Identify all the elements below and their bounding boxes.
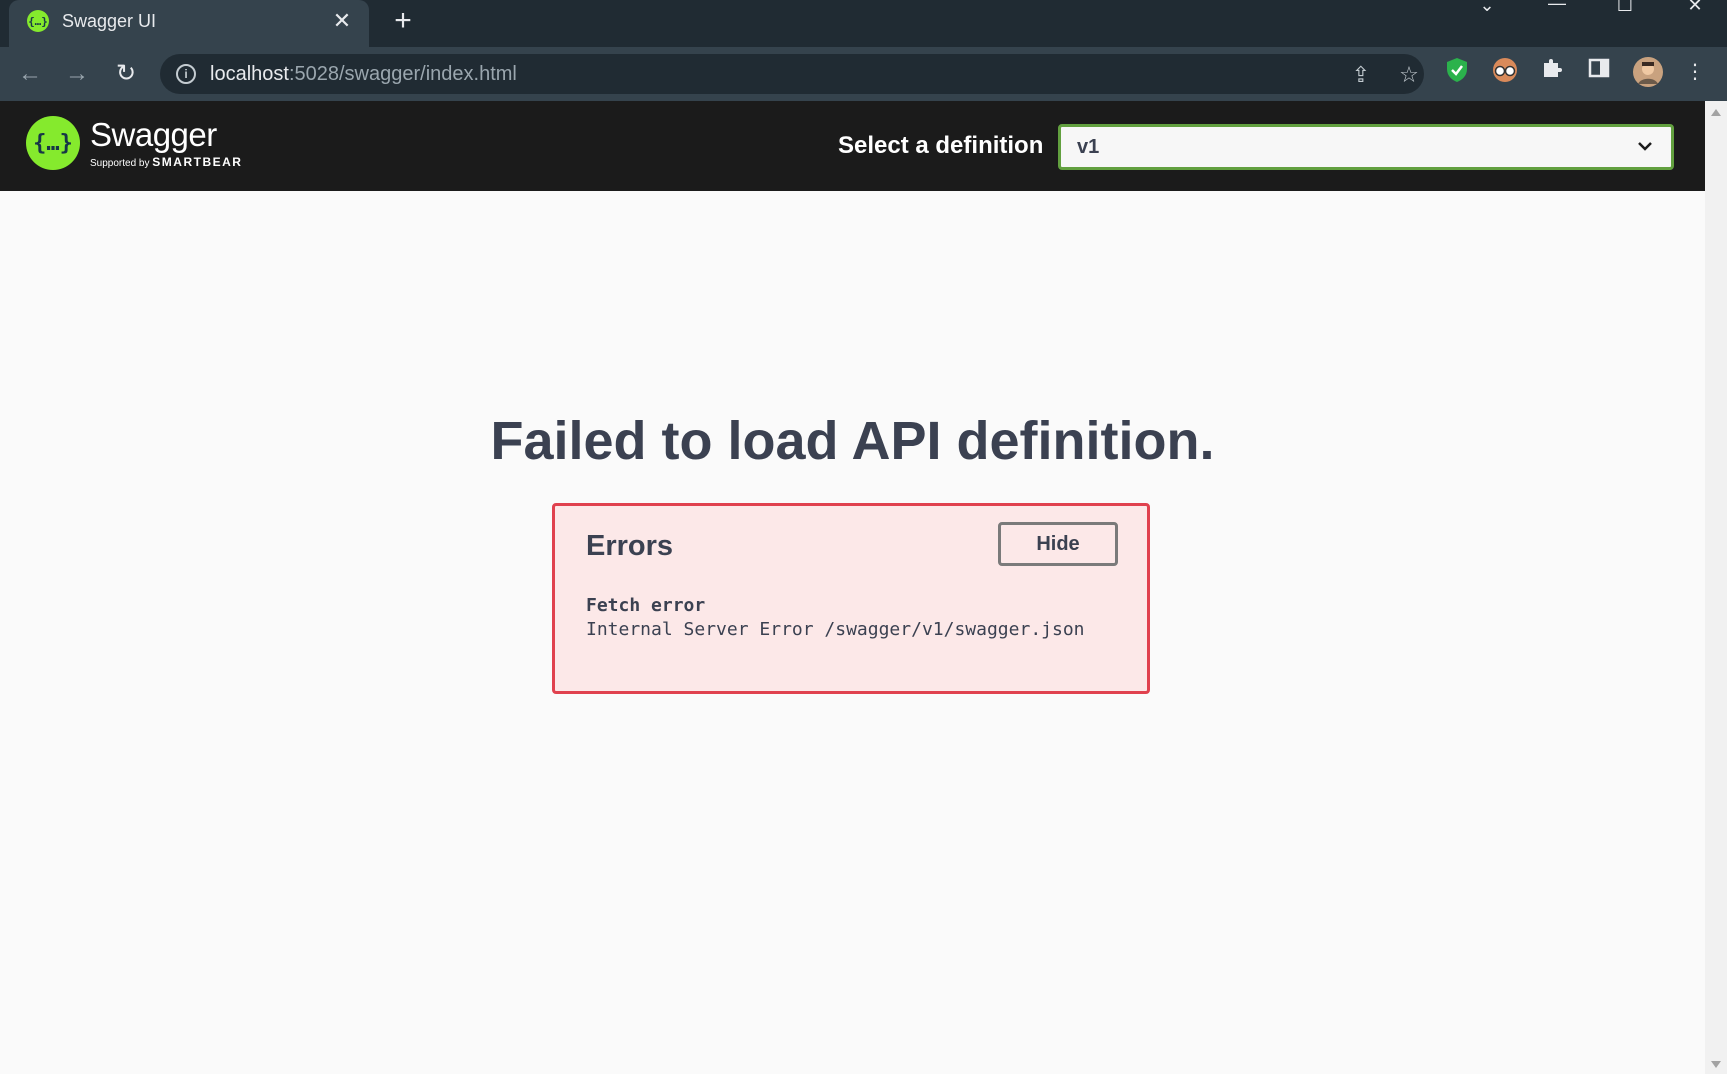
chevron-down-icon bbox=[1638, 142, 1652, 151]
scroll-down-arrow-icon[interactable] bbox=[1711, 1061, 1721, 1068]
errors-title: Errors bbox=[586, 530, 674, 562]
smartbear-text: SMARTBEAR bbox=[152, 154, 243, 169]
new-tab-button[interactable]: + bbox=[388, 6, 418, 36]
selected-definition: v1 bbox=[1077, 136, 1100, 158]
url-text[interactable]: localhost:5028/swagger/index.html bbox=[210, 63, 517, 86]
extensions-puzzle-icon[interactable] bbox=[1537, 57, 1567, 87]
bookmark-star-icon[interactable]: ☆ bbox=[1396, 62, 1422, 88]
close-window-icon[interactable]: ✕ bbox=[1670, 0, 1720, 14]
browser-tab[interactable]: {…} Swagger UI ✕ bbox=[9, 0, 369, 47]
swagger-topbar: {…} Swagger Supported by SMARTBEAR Selec… bbox=[0, 101, 1705, 191]
glasses-extension-icon[interactable] bbox=[1490, 57, 1520, 87]
maximize-window-icon[interactable]: ☐ bbox=[1600, 0, 1650, 14]
profile-avatar[interactable] bbox=[1633, 57, 1663, 87]
logo-brand: Swagger bbox=[90, 115, 217, 153]
error-source: Fetch error bbox=[586, 595, 706, 616]
shield-extension-icon[interactable] bbox=[1442, 57, 1472, 87]
reload-icon[interactable]: ↻ bbox=[109, 57, 143, 91]
supported-by-text: Supported by bbox=[90, 157, 150, 169]
url-path: :5028/swagger/index.html bbox=[288, 63, 517, 85]
select-definition-label: Select a definition bbox=[838, 132, 1044, 159]
tab-search-icon[interactable]: ⌄ bbox=[1462, 0, 1512, 14]
errors-panel: Errors Hide Fetch error Internal Server E… bbox=[552, 503, 1150, 694]
page-scrollbar[interactable] bbox=[1705, 101, 1727, 1074]
side-panel-icon[interactable] bbox=[1584, 57, 1614, 87]
browser-tab-strip: {…} Swagger UI ✕ + ⌄ — ☐ ✕ bbox=[0, 0, 1727, 47]
share-icon[interactable]: ⇪ bbox=[1348, 62, 1374, 88]
site-info-icon[interactable]: i bbox=[176, 64, 196, 84]
error-message: Fetch error Internal Server Error /swagge… bbox=[586, 594, 1085, 642]
definition-select[interactable]: v1 bbox=[1058, 124, 1674, 170]
swagger-logo-icon: {…} bbox=[26, 116, 80, 170]
logo-supported-by: Supported by SMARTBEAR bbox=[90, 155, 242, 169]
address-bar[interactable]: i localhost:5028/swagger/index.html ⇪ ☆ bbox=[160, 54, 1424, 94]
back-arrow-icon[interactable]: ← bbox=[13, 57, 47, 91]
scroll-up-arrow-icon[interactable] bbox=[1711, 109, 1721, 116]
load-failed-heading: Failed to load API definition. bbox=[490, 411, 1215, 471]
url-host: localhost bbox=[210, 63, 289, 85]
browser-toolbar: ← → ↻ i localhost:5028/swagger/index.htm… bbox=[0, 47, 1727, 101]
browser-menu-icon[interactable]: ⋮ bbox=[1680, 57, 1710, 87]
error-text: Internal Server Error /swagger/v1/swagge… bbox=[586, 619, 1085, 640]
swagger-favicon-icon: {…} bbox=[27, 10, 49, 32]
minimize-window-icon[interactable]: — bbox=[1532, 0, 1582, 12]
swagger-logo[interactable]: {…} Swagger Supported by SMARTBEAR bbox=[26, 116, 242, 170]
forward-arrow-icon[interactable]: → bbox=[60, 57, 94, 91]
hide-errors-button[interactable]: Hide bbox=[998, 522, 1118, 566]
tab-title: Swagger UI bbox=[62, 11, 157, 31]
tab-close-icon[interactable]: ✕ bbox=[329, 8, 355, 34]
